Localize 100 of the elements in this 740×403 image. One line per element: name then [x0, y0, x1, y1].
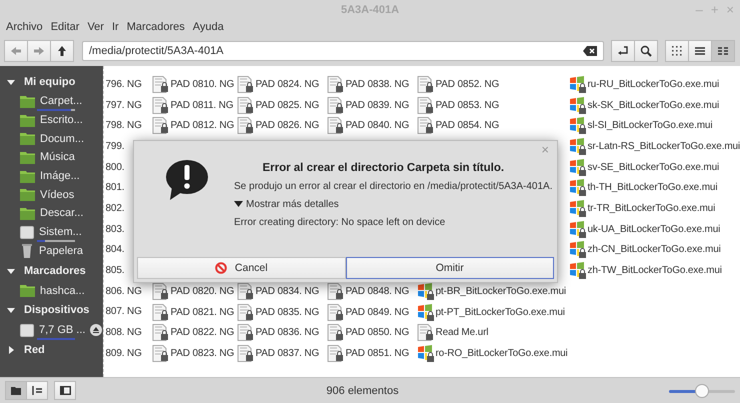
file-name[interactable]: PAD 0812. NG: [170, 120, 234, 132]
eject-icon[interactable]: [90, 324, 102, 336]
file-name[interactable]: ro-RO_BitLockerToGo.exe.mui: [436, 348, 568, 360]
file-name[interactable]: 809. NG: [106, 348, 142, 359]
menu-item[interactable]: Archivo: [2, 20, 47, 35]
file-name[interactable]: PAD 0810. NG: [170, 78, 234, 90]
menu-item[interactable]: Ayuda: [188, 20, 228, 35]
cancel-button[interactable]: Cancel: [137, 257, 346, 279]
tree-button[interactable]: [26, 381, 48, 400]
location-field[interactable]: /media/protectit/5A3A-401A: [82, 40, 604, 60]
back-button[interactable]: [4, 40, 28, 62]
file-name[interactable]: PAD 0840. NG: [346, 120, 410, 132]
file-name[interactable]: PAD 0837. NG: [256, 348, 320, 360]
file-name[interactable]: tr-TR_BitLockerToGo.exe.mui: [588, 202, 716, 214]
file-name[interactable]: PAD 0848. NG: [346, 286, 410, 298]
file-name[interactable]: PAD 0825. NG: [256, 100, 320, 111]
sidebar-item[interactable]: hashca...: [40, 284, 85, 297]
file-name[interactable]: 799.: [106, 140, 124, 152]
sidebar-item[interactable]: Carpet...: [40, 95, 82, 108]
file-name[interactable]: PAD 0835. NG: [256, 306, 320, 318]
view-button[interactable]: [711, 40, 735, 62]
file-name[interactable]: PAD 0826. NG: [256, 120, 320, 132]
expanded-arrow-icon[interactable]: [7, 306, 15, 314]
file-name[interactable]: PAD 0834. NG: [256, 286, 320, 298]
file-name[interactable]: ru-RU_BitLockerToGo.exe.mui: [588, 78, 720, 90]
sidebar-item[interactable]: 7,7 GB ...: [39, 324, 86, 336]
sidebar-heading: Marcadores: [24, 264, 86, 277]
program-file-icon: [568, 200, 586, 217]
error-speech-bubble-icon: [164, 159, 210, 201]
file-name[interactable]: PAD 0852. NG: [436, 78, 500, 90]
file-name[interactable]: PAD 0850. NG: [346, 327, 410, 338]
sidebar-item[interactable]: Sistem...: [39, 226, 82, 238]
file-name[interactable]: PAD 0838. NG: [346, 78, 410, 90]
sidebar-item[interactable]: Imáge...: [40, 170, 80, 182]
file-name[interactable]: uk-UA_BitLockerToGo.exe.mui: [588, 224, 720, 235]
menu-item[interactable]: Editar: [46, 20, 84, 35]
file-name[interactable]: PAD 0822. NG: [170, 327, 234, 338]
program-file-icon: [568, 262, 586, 280]
file-name[interactable]: 798. NG: [106, 120, 142, 132]
file-name[interactable]: PAD 0851. NG: [346, 348, 410, 360]
file-name[interactable]: PAD 0821. NG: [170, 306, 234, 318]
file-name[interactable]: 806. NG: [106, 286, 142, 297]
collapsed-arrow-icon[interactable]: [7, 346, 15, 354]
file-name[interactable]: sk-SK_BitLockerToGo.exe.mui: [588, 100, 720, 111]
file-name[interactable]: PAD 0849. NG: [346, 306, 410, 318]
file-name[interactable]: pt-BR_BitLockerToGo.exe.mui: [436, 286, 566, 298]
places-button[interactable]: [5, 381, 27, 400]
view-button[interactable]: [665, 40, 689, 62]
expanded-arrow-icon[interactable]: [7, 266, 15, 275]
up-button[interactable]: [50, 40, 74, 62]
file-name[interactable]: sv-SE_BitLockerToGo.exe.mui: [588, 162, 720, 173]
search-button[interactable]: [634, 40, 658, 62]
sidebar-heading: Red: [24, 344, 45, 356]
menu-item[interactable]: Marcadores: [122, 20, 189, 35]
program-file-icon: [568, 138, 586, 155]
folder-icon: [20, 94, 35, 108]
sidebar-item[interactable]: Vídeos: [40, 188, 74, 201]
file-name[interactable]: zh-CN_BitLockerToGo.exe.mui: [588, 244, 721, 256]
view-button[interactable]: [688, 40, 712, 62]
menu-item[interactable]: Ir: [108, 20, 123, 35]
file-name[interactable]: PAD 0854. NG: [436, 120, 500, 132]
file-name[interactable]: sl-SI_BitLockerToGo.exe.mui: [588, 120, 712, 132]
sidebar-item[interactable]: Descar...: [40, 207, 84, 220]
menu-item[interactable]: Ver: [83, 20, 108, 35]
file-name[interactable]: PAD 0853. NG: [436, 100, 500, 111]
folder-icon: [20, 150, 35, 164]
file-name[interactable]: 797. NG: [106, 100, 142, 111]
details-expander[interactable]: Mostrar más detalles: [234, 199, 339, 210]
file-name[interactable]: PAD 0836. NG: [256, 327, 320, 338]
expanded-arrow-icon[interactable]: [7, 78, 15, 86]
file-name[interactable]: PAD 0820. NG: [170, 286, 234, 298]
zoom-slider[interactable]: [669, 384, 735, 398]
file-name[interactable]: 807. NG: [106, 306, 142, 318]
file-name[interactable]: Read Me.url: [436, 327, 488, 338]
file-name[interactable]: 805.: [106, 265, 124, 276]
file-name[interactable]: 804.: [106, 244, 124, 256]
sidebar-item[interactable]: Docum...: [40, 132, 84, 145]
sidebar-toggle-button[interactable]: [54, 381, 76, 400]
sidebar-item[interactable]: Música: [40, 151, 75, 164]
file-name[interactable]: PAD 0823. NG: [170, 348, 234, 360]
file-name[interactable]: PAD 0839. NG: [346, 100, 410, 111]
file-name[interactable]: sr-Latn-RS_BitLockerToGo.exe.mui: [588, 140, 740, 152]
text-file-icon: [236, 304, 254, 321]
file-name[interactable]: PAD 0824. NG: [256, 78, 320, 90]
file-name[interactable]: 802.: [106, 202, 124, 214]
file-name[interactable]: 803.: [106, 224, 124, 235]
slider-thumb[interactable]: [695, 384, 709, 398]
file-name[interactable]: 808. NG: [106, 327, 142, 338]
file-name[interactable]: 796. NG: [106, 78, 142, 90]
sidebar-item[interactable]: Papelera: [39, 244, 84, 257]
file-name[interactable]: th-TH_BitLockerToGo.exe.mui: [588, 182, 718, 194]
file-name[interactable]: 800.: [106, 162, 124, 173]
file-name[interactable]: zh-TW_BitLockerToGo.exe.mui: [588, 265, 722, 276]
omit-button[interactable]: Omitir: [346, 257, 554, 279]
file-name[interactable]: 801.: [106, 182, 124, 194]
toggle-location-button[interactable]: [611, 40, 635, 62]
file-name[interactable]: pt-PT_BitLockerToGo.exe.mui: [436, 306, 565, 318]
sidebar-item[interactable]: Escrito...: [40, 114, 83, 126]
sidebar-heading: Mi equipo: [24, 76, 76, 88]
file-name[interactable]: PAD 0811. NG: [170, 100, 234, 111]
